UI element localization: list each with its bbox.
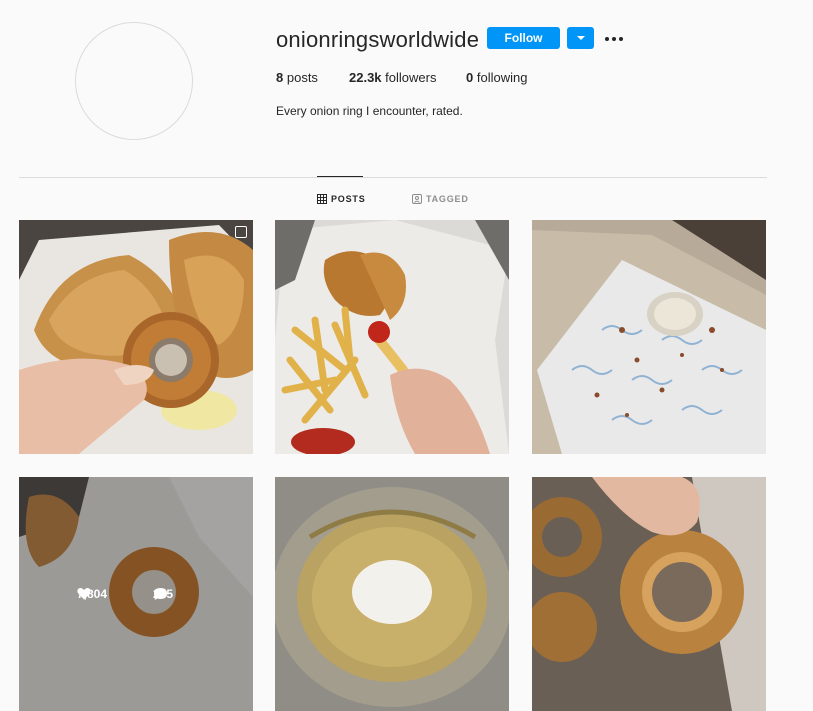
tab-posts-label: POSTS xyxy=(331,194,366,204)
post-image xyxy=(275,477,509,711)
tagged-icon xyxy=(412,194,422,204)
multi-image-icon xyxy=(235,226,247,238)
post-image xyxy=(532,477,766,711)
heart-icon xyxy=(77,587,91,600)
active-tab-indicator xyxy=(317,176,363,177)
tab-tagged-label: TAGGED xyxy=(426,194,469,204)
profile-bio: Every onion ring I encounter, rated. xyxy=(276,104,463,118)
likes-stat: 7,804 xyxy=(77,587,107,601)
tab-tagged[interactable]: TAGGED xyxy=(412,194,469,204)
post-tile[interactable] xyxy=(275,220,509,454)
post-tile[interactable] xyxy=(275,477,509,711)
posts-count: 8 xyxy=(276,70,284,85)
posts-stat: 8 posts xyxy=(276,70,318,85)
tab-posts[interactable]: POSTS xyxy=(317,194,366,204)
tabs-divider xyxy=(19,177,767,178)
comments-stat: 265 xyxy=(153,587,173,601)
following-count: 0 xyxy=(466,70,474,85)
post-tile[interactable] xyxy=(532,220,766,454)
following-label: following xyxy=(476,70,528,85)
followers-stat[interactable]: 22.3k followers xyxy=(349,70,436,85)
post-hover-overlay: 7,804 265 xyxy=(19,477,253,711)
more-dot-icon xyxy=(619,37,623,41)
post-image xyxy=(532,220,766,454)
follow-button[interactable]: Follow xyxy=(487,27,560,49)
suggestions-dropdown-button[interactable] xyxy=(567,27,594,49)
post-tile[interactable] xyxy=(532,477,766,711)
followers-count: 22.3k xyxy=(349,70,382,85)
comment-icon xyxy=(154,588,167,600)
post-image xyxy=(19,220,253,454)
followers-label: followers xyxy=(385,70,437,85)
chevron-down-icon xyxy=(577,36,585,40)
more-options-button[interactable] xyxy=(604,30,626,46)
following-stat[interactable]: 0 following xyxy=(466,70,527,85)
posts-label: posts xyxy=(286,70,318,85)
profile-username: onionringsworldwide xyxy=(276,27,480,52)
grid-icon xyxy=(317,194,327,204)
profile-avatar[interactable] xyxy=(75,22,193,140)
post-tile[interactable]: 7,804 265 xyxy=(19,477,253,711)
more-dot-icon xyxy=(612,37,616,41)
more-dot-icon xyxy=(605,37,609,41)
post-image xyxy=(275,220,509,454)
post-tile[interactable] xyxy=(19,220,253,454)
